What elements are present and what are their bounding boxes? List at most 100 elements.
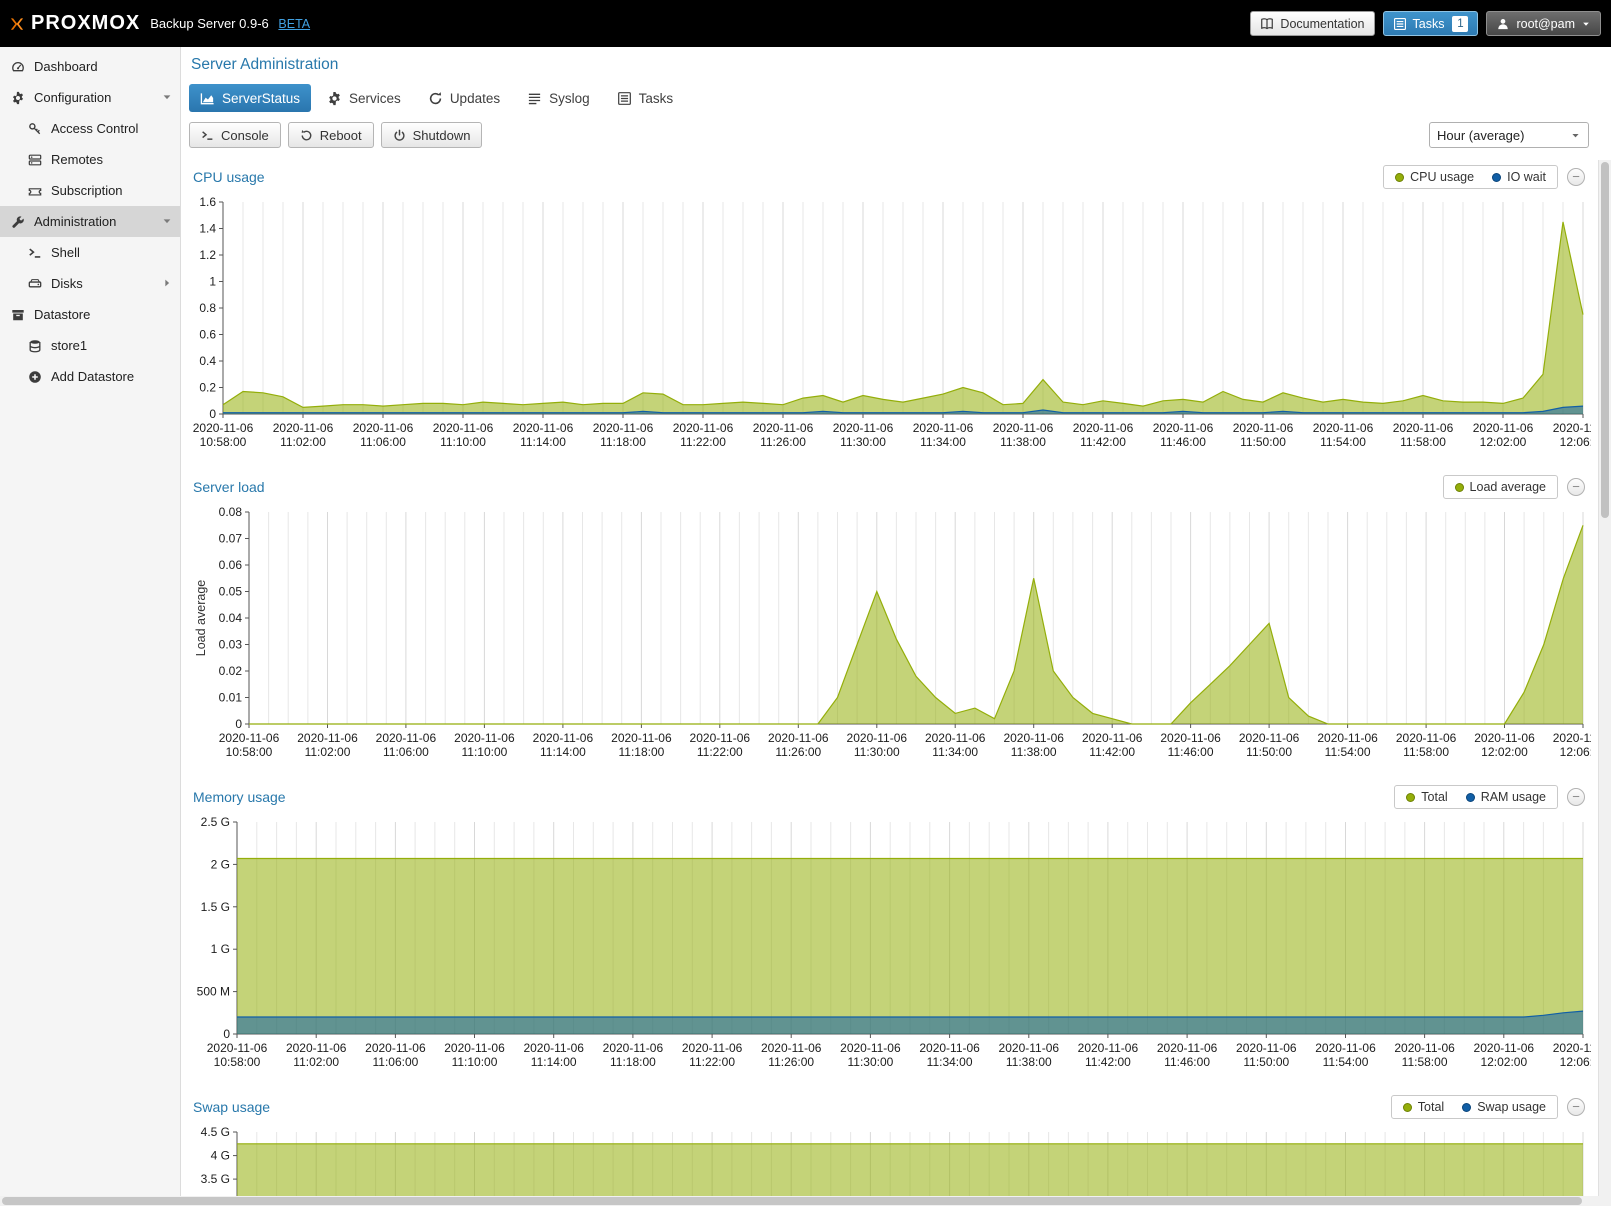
- sidebar-item-label: Shell: [51, 245, 80, 260]
- svg-text:2020-11-06: 2020-11-06: [219, 731, 280, 745]
- chevron-down-icon[interactable]: [161, 215, 173, 227]
- legend-item[interactable]: Total: [1406, 790, 1447, 804]
- collapse-panel-button[interactable]: −: [1567, 1098, 1585, 1116]
- reboot-button[interactable]: Reboot: [288, 122, 374, 148]
- box-icon: [10, 308, 26, 322]
- svg-text:2020-11-06: 2020-11-06: [1315, 1041, 1376, 1055]
- svg-text:2020-11-06: 2020-11-06: [533, 731, 594, 745]
- horizontal-scrollbar[interactable]: [0, 1196, 1611, 1206]
- collapse-panel-button[interactable]: −: [1567, 788, 1585, 806]
- legend-item[interactable]: Swap usage: [1462, 1100, 1546, 1114]
- svg-text:0.04: 0.04: [219, 611, 243, 625]
- chevron-right-icon[interactable]: [161, 277, 173, 289]
- svg-text:11:06:00: 11:06:00: [360, 435, 406, 449]
- legend-label: Total: [1418, 1100, 1444, 1114]
- memory-usage-chart: 0500 M1 G1.5 G2 G2.5 G2020-11-0610:58:00…: [189, 814, 1591, 1074]
- svg-text:0: 0: [223, 1027, 230, 1041]
- svg-text:10:58:00: 10:58:00: [226, 745, 273, 759]
- svg-text:2020-11-06: 2020-11-06: [1553, 421, 1591, 435]
- svg-text:2020-11-06: 2020-11-06: [207, 1041, 268, 1055]
- swap-usage-panel: Swap usage TotalSwap usage − 0500 M1 G1.…: [189, 1090, 1591, 1196]
- wrench-icon: [10, 215, 26, 229]
- tab-services[interactable]: Services: [316, 84, 412, 112]
- svg-text:0.08: 0.08: [219, 505, 243, 519]
- horizontal-scrollbar-thumb[interactable]: [2, 1197, 1582, 1205]
- legend-dot: [1462, 1103, 1471, 1112]
- svg-text:0.6: 0.6: [199, 328, 216, 342]
- tab-serverstatus[interactable]: ServerStatus: [189, 84, 311, 112]
- svg-text:11:30:00: 11:30:00: [840, 435, 886, 449]
- sidebar-item-remotes[interactable]: Remotes: [0, 144, 180, 175]
- beta-link[interactable]: BETA: [278, 17, 310, 31]
- svg-text:11:58:00: 11:58:00: [1400, 435, 1446, 449]
- svg-text:2.5 G: 2.5 G: [201, 815, 230, 829]
- sidebar-item-store1[interactable]: store1: [0, 330, 180, 361]
- svg-text:11:42:00: 11:42:00: [1080, 435, 1126, 449]
- collapse-panel-button[interactable]: −: [1567, 168, 1585, 186]
- legend-item[interactable]: RAM usage: [1466, 790, 1546, 804]
- vertical-scrollbar[interactable]: [1598, 160, 1611, 1196]
- svg-text:11:26:00: 11:26:00: [760, 435, 806, 449]
- timeframe-select[interactable]: Hour (average): [1429, 122, 1589, 148]
- proxmox-logo: PROXMOX: [10, 12, 140, 35]
- collapse-panel-button[interactable]: −: [1567, 478, 1585, 496]
- charts-region: CPU usage CPU usageIO wait − 00.20.40.60…: [181, 160, 1611, 1196]
- svg-text:2020-11-06: 2020-11-06: [1153, 421, 1214, 435]
- legend-item[interactable]: CPU usage: [1395, 170, 1474, 184]
- chevron-down-icon[interactable]: [161, 91, 173, 103]
- tasks-label: Tasks: [1413, 17, 1445, 31]
- svg-text:12:06:00: 12:06:00: [1560, 745, 1591, 759]
- sidebar-item-administration[interactable]: Administration: [0, 206, 180, 237]
- svg-text:4.5 G: 4.5 G: [201, 1125, 230, 1139]
- product-version: Backup Server 0.9-6 BETA: [150, 16, 310, 31]
- svg-text:11:22:00: 11:22:00: [697, 745, 743, 759]
- tab-syslog[interactable]: Syslog: [516, 84, 601, 112]
- reboot-icon: [300, 129, 313, 142]
- user-menu-button[interactable]: root@pam: [1486, 11, 1601, 36]
- svg-text:0.02: 0.02: [219, 664, 243, 678]
- svg-text:11:10:00: 11:10:00: [461, 745, 507, 759]
- documentation-button[interactable]: Documentation: [1250, 11, 1374, 36]
- sidebar-item-shell[interactable]: Shell: [0, 237, 180, 268]
- sidebar-item-configuration[interactable]: Configuration: [0, 82, 180, 113]
- svg-text:0.05: 0.05: [219, 585, 243, 599]
- svg-text:2020-11-06: 2020-11-06: [1396, 731, 1457, 745]
- tab-updates[interactable]: Updates: [417, 84, 511, 112]
- svg-text:2020-11-06: 2020-11-06: [1553, 731, 1591, 745]
- svg-text:2020-11-06: 2020-11-06: [840, 1041, 901, 1055]
- sidebar-item-label: Remotes: [51, 152, 103, 167]
- svg-text:11:54:00: 11:54:00: [1325, 745, 1371, 759]
- svg-text:2020-11-06: 2020-11-06: [353, 421, 414, 435]
- legend-dot: [1395, 173, 1404, 182]
- svg-text:2020-11-06: 2020-11-06: [444, 1041, 505, 1055]
- sidebar-item-subscription[interactable]: Subscription: [0, 175, 180, 206]
- svg-text:11:38:00: 11:38:00: [1000, 435, 1046, 449]
- proxmox-logo-icon: [10, 17, 24, 31]
- svg-text:1.6: 1.6: [199, 195, 216, 209]
- legend-label: Load average: [1470, 480, 1546, 494]
- chart-legend: CPU usage IO wait: [1383, 165, 1558, 189]
- svg-text:0: 0: [209, 407, 216, 421]
- svg-text:0.01: 0.01: [219, 691, 243, 705]
- svg-text:2020-11-06: 2020-11-06: [523, 1041, 584, 1055]
- svg-text:11:22:00: 11:22:00: [689, 1055, 735, 1069]
- sidebar-item-disks[interactable]: Disks: [0, 268, 180, 299]
- legend-item[interactable]: Load average: [1455, 480, 1546, 494]
- tab-tasks[interactable]: Tasks: [606, 84, 685, 112]
- legend-label: Swap usage: [1477, 1100, 1546, 1114]
- legend-item[interactable]: Total: [1403, 1100, 1444, 1114]
- panel-header: Memory usage TotalRAM usage −: [189, 780, 1591, 814]
- sidebar-item-dashboard[interactable]: Dashboard: [0, 51, 180, 82]
- sidebar-item-add-datastore[interactable]: Add Datastore: [0, 361, 180, 392]
- console-button[interactable]: Console: [189, 122, 281, 148]
- legend-item[interactable]: IO wait: [1492, 170, 1546, 184]
- sidebar-item-access-control[interactable]: Access Control: [0, 113, 180, 144]
- shutdown-button[interactable]: Shutdown: [381, 122, 483, 148]
- terminal-icon: [201, 129, 214, 142]
- sidebar: Dashboard Configuration Access Control R…: [0, 47, 181, 1196]
- task-list-icon: [1393, 17, 1407, 31]
- vertical-scrollbar-thumb[interactable]: [1601, 162, 1609, 518]
- tasks-button[interactable]: Tasks 1: [1383, 11, 1479, 36]
- sidebar-item-datastore[interactable]: Datastore: [0, 299, 180, 330]
- sidebar-item-label: Administration: [34, 214, 116, 229]
